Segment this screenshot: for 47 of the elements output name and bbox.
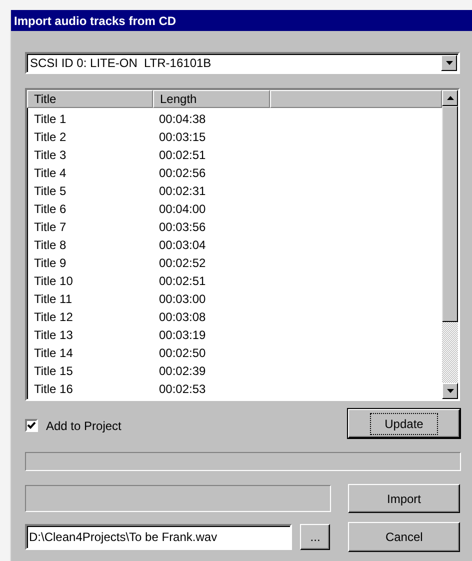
track-title[interactable]: Title 15 <box>27 363 153 381</box>
track-title[interactable]: Title 2 <box>27 129 153 147</box>
track-title[interactable]: Title 5 <box>27 183 153 201</box>
track-length: 00:02:31 <box>158 183 207 200</box>
track-length: 00:02:51 <box>158 147 207 164</box>
track-length: 00:03:56 <box>158 219 207 236</box>
track-length: 00:04:00 <box>158 201 207 218</box>
track-title[interactable]: Title 11 <box>27 291 153 309</box>
track-length: 00:02:50 <box>158 345 207 362</box>
track-length: 00:03:04 <box>158 237 207 254</box>
browse-button[interactable]: ... <box>300 524 330 550</box>
track-title[interactable]: Title 4 <box>27 165 153 183</box>
track-title[interactable]: Title 12 <box>27 309 153 327</box>
drive-dropdown[interactable]: SCSI ID 0: LITE-ON LTR-16101B <box>25 52 460 74</box>
track-length: 00:03:15 <box>158 129 207 146</box>
track-length: 00:02:39 <box>158 363 207 380</box>
checkmark-icon <box>27 421 36 430</box>
track-length: 00:02:53 <box>158 381 207 398</box>
scrollbar[interactable] <box>442 90 458 399</box>
track-title[interactable]: Title 9 <box>27 255 153 273</box>
track-title[interactable]: Title 6 <box>27 201 153 219</box>
track-length: 00:02:51 <box>158 273 207 290</box>
scroll-thumb[interactable] <box>442 106 458 322</box>
file-path-field[interactable]: D:\Clean4Projects\To be Frank.wav <box>25 524 292 550</box>
scroll-down-icon[interactable] <box>442 383 458 399</box>
track-length: 00:03:19 <box>158 327 207 344</box>
track-title[interactable]: Title 10 <box>27 273 153 291</box>
track-length: 00:04:38 <box>158 111 207 128</box>
column-header[interactable]: Title <box>27 90 153 108</box>
window-title: Import audio tracks from CD <box>14 14 176 28</box>
track-length: 00:03:08 <box>158 309 207 326</box>
column-header[interactable]: Length <box>153 90 270 108</box>
add-to-project-checkbox[interactable]: Add to Project <box>25 418 122 432</box>
track-length: 00:03:00 <box>158 291 207 308</box>
track-title[interactable]: Title 7 <box>27 219 153 237</box>
update-button[interactable]: Update <box>348 409 460 438</box>
track-title[interactable]: Title 3 <box>27 147 153 165</box>
track-title[interactable]: Title 14 <box>27 345 153 363</box>
import-button[interactable]: Import <box>348 484 460 513</box>
scroll-up-icon[interactable] <box>442 90 458 106</box>
track-title[interactable]: Title 8 <box>27 237 153 255</box>
track-title[interactable]: Title 16 <box>27 381 153 399</box>
track-length: 00:02:56 <box>158 165 207 182</box>
track-title[interactable]: Title 1 <box>27 111 153 129</box>
cancel-button[interactable]: Cancel <box>348 522 460 552</box>
track-title[interactable]: Title 13 <box>27 327 153 345</box>
track-length: 00:02:52 <box>158 255 207 272</box>
